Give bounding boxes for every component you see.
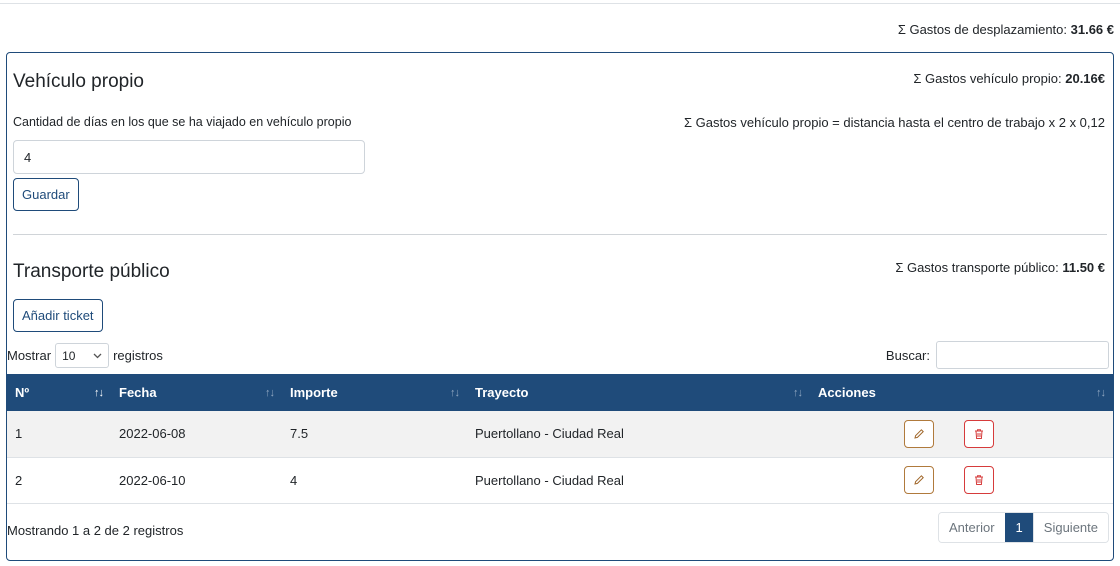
page-length-control: Mostrar 10 registros xyxy=(7,343,163,368)
vehicle-section-title: Vehículo propio xyxy=(13,71,144,92)
cell-route: Puertollano - Ciudad Real xyxy=(475,472,624,488)
sort-icon: ↑↓ xyxy=(265,386,275,399)
pagination-page-1[interactable]: 1 xyxy=(1004,513,1033,542)
delete-button[interactable] xyxy=(963,466,994,494)
table-header-row: Nº ↑↓ Fecha ↑↓ Importe ↑↓ Trayecto ↑↓ Accion… xyxy=(7,374,1113,411)
tickets-table: Nº ↑↓ Fecha ↑↓ Importe ↑↓ Trayecto ↑↓ Accion… xyxy=(7,374,1113,504)
column-header-actions[interactable]: Acciones ↑↓ xyxy=(810,374,1113,411)
days-input[interactable] xyxy=(13,140,365,174)
search-label: Buscar: xyxy=(885,347,930,363)
top-divider xyxy=(0,3,1120,4)
cell-number: 2 xyxy=(15,472,23,488)
expenses-card: Vehículo propio Σ Gastos vehículo propio… xyxy=(6,52,1114,561)
public-total-value: 11.50 € xyxy=(1062,260,1105,275)
column-route-label: Trayecto xyxy=(475,385,529,400)
edit-button[interactable] xyxy=(904,419,934,448)
trash-icon xyxy=(974,429,983,439)
vehicle-total-label: Σ Gastos vehículo propio: xyxy=(913,71,1062,86)
pencil-icon xyxy=(914,475,924,485)
delete-button[interactable] xyxy=(963,419,994,448)
cell-amount: 4 xyxy=(290,472,298,488)
search-input[interactable] xyxy=(936,341,1109,369)
page-length-value: 10 xyxy=(62,348,76,363)
cell-actions xyxy=(810,411,1113,457)
trash-icon xyxy=(974,475,983,485)
table-row: 1 2022-06-08 7.5 Puertollano - Ciudad Re… xyxy=(7,411,1113,457)
column-number-label: Nº xyxy=(15,385,30,400)
cell-number: 1 xyxy=(15,426,23,442)
column-header-date[interactable]: Fecha ↑↓ xyxy=(111,374,282,411)
travel-total-value: 31.66 € xyxy=(1070,22,1114,37)
cell-amount: 7.5 xyxy=(290,426,309,442)
table-info: Mostrando 1 a 2 de 2 registros xyxy=(7,523,184,538)
sort-icon: ↑↓ xyxy=(1096,386,1106,399)
page-length-select[interactable]: 10 xyxy=(55,343,110,368)
vehicle-expenses-total: Σ Gastos vehículo propio: 20.16€ xyxy=(913,71,1105,86)
travel-total-label: Σ Gastos de desplazamiento: xyxy=(897,22,1067,37)
chevron-down-icon xyxy=(93,353,102,358)
cell-date: 2022-06-10 xyxy=(119,472,186,488)
save-button[interactable]: Guardar xyxy=(13,178,79,211)
records-label: registros xyxy=(113,348,163,363)
sort-icon: ↑↓ xyxy=(450,386,460,399)
travel-expenses-total: Σ Gastos de desplazamiento: 31.66 € xyxy=(898,22,1114,37)
add-ticket-button[interactable]: Añadir ticket xyxy=(13,299,103,332)
cell-actions xyxy=(810,457,1113,503)
vehicle-total-value: 20.16€ xyxy=(1065,71,1105,86)
section-divider xyxy=(13,234,1107,235)
pagination-next[interactable]: Siguiente xyxy=(1032,513,1108,542)
vehicle-formula: Σ Gastos vehículo propio = distancia has… xyxy=(683,115,1105,130)
column-header-amount[interactable]: Importe ↑↓ xyxy=(282,374,467,411)
edit-button[interactable] xyxy=(904,466,934,494)
show-label: Mostrar xyxy=(7,348,52,363)
public-expenses-total: Σ Gastos transporte público: 11.50 € xyxy=(895,260,1105,275)
pagination-previous[interactable]: Anterior xyxy=(939,513,1005,542)
column-amount-label: Importe xyxy=(290,385,338,400)
public-total-label: Σ Gastos transporte público: xyxy=(895,260,1059,275)
table-row: 2 2022-06-10 4 Puertollano - Ciudad Real xyxy=(7,457,1113,503)
cell-date: 2022-06-08 xyxy=(119,426,186,442)
search-control: Buscar: xyxy=(886,341,1109,369)
cell-route: Puertollano - Ciudad Real xyxy=(475,426,624,442)
column-header-number[interactable]: Nº ↑↓ xyxy=(7,374,111,411)
pagination: Anterior 1 Siguiente xyxy=(938,512,1109,543)
column-actions-label: Acciones xyxy=(818,385,876,400)
column-date-label: Fecha xyxy=(119,385,157,400)
pencil-icon xyxy=(914,428,924,439)
column-header-route[interactable]: Trayecto ↑↓ xyxy=(467,374,810,411)
sort-asc-icon: ↑↓ xyxy=(94,386,104,399)
public-transport-title: Transporte público xyxy=(13,261,170,282)
sort-icon: ↑↓ xyxy=(793,386,803,399)
days-label: Cantidad de días en los que se ha viajad… xyxy=(13,115,352,129)
